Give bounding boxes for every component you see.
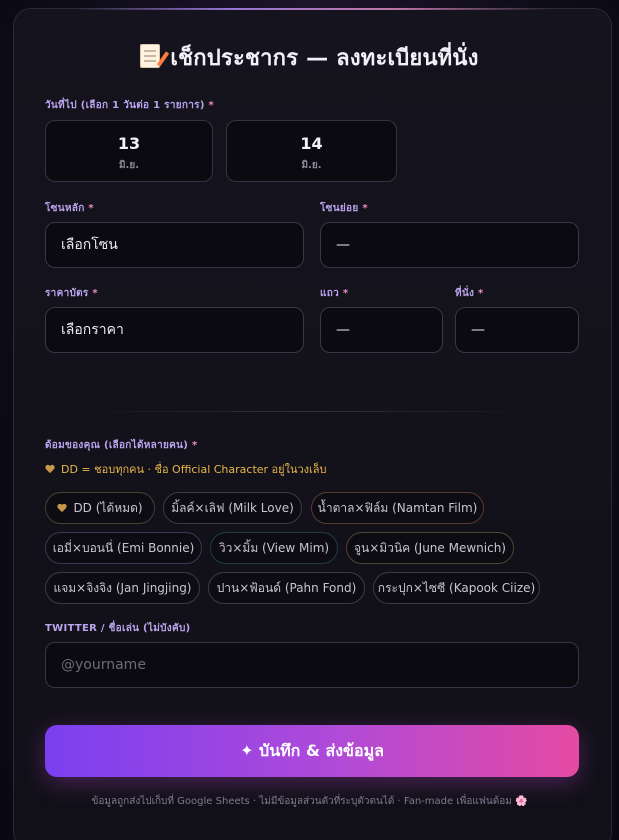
submit-button[interactable]: ✦ บันทึก & ส่งข้อมูล	[45, 725, 579, 777]
sub-zone-value: —	[336, 237, 350, 253]
ship-option-label: จูน×มิวนิค (June Mewnich)	[354, 541, 506, 555]
seat-value: —	[471, 322, 485, 338]
ship-option-label: มิ้ลค์×เลิฟ (Milk Love)	[171, 501, 294, 515]
seat-select[interactable]: —	[455, 307, 579, 353]
twitter-placeholder: @yourname	[61, 657, 146, 673]
seat-label: ที่นั่ง *	[455, 286, 484, 301]
date-month: มิ.ย.	[301, 160, 322, 171]
date-label: วันที่ไป (เลือก 1 วันต่อ 1 รายการ) *	[45, 98, 214, 113]
row-value: —	[336, 322, 350, 338]
ships-label: ด้อมของคุณ (เลือกได้หลายคน) *	[45, 438, 197, 453]
required-mark: *	[208, 100, 215, 111]
sub-zone-label: โซนย่อย *	[320, 201, 368, 216]
required-mark: *	[478, 288, 484, 299]
price-select[interactable]: เลือกราคา	[45, 307, 304, 353]
required-mark: *	[362, 203, 368, 214]
date-month: มิ.ย.	[118, 160, 140, 171]
row-label-text: แถว	[320, 288, 340, 299]
ship-option-label: แจม×จิงจิง (Jan Jingjing)	[53, 581, 192, 595]
main-zone-value: เลือกโซน	[61, 237, 118, 253]
price-label-text: ราคาบัตร	[45, 288, 89, 299]
ship-option-emi-bonnie[interactable]: เอมี่×บอนนี่ (Emi Bonnie)	[45, 532, 202, 564]
card-glow-line	[74, 8, 551, 10]
ship-option-label: DD (ได้หมด)	[73, 501, 143, 515]
main-zone-label-text: โซนหลัก	[45, 203, 85, 214]
heart-icon	[57, 504, 67, 513]
ship-option-dd[interactable]: DD (ได้หมด)	[45, 492, 155, 524]
ship-option-label: กระปุก×ไซซี (Kapook Ciize)	[377, 581, 536, 595]
heart-icon	[45, 465, 55, 474]
page-background: เช็กประชากร — ลงทะเบียนที่นั่ง วันที่ไป …	[0, 0, 619, 840]
twitter-input[interactable]: @yourname	[45, 642, 579, 688]
ship-option-jan-jingjing[interactable]: แจม×จิงจิง (Jan Jingjing)	[45, 572, 200, 604]
ship-option-kapook-ciize[interactable]: กระปุก×ไซซี (Kapook Ciize)	[373, 572, 540, 604]
price-label: ราคาบัตร *	[45, 286, 98, 301]
date-option-13[interactable]: 13 มิ.ย.	[45, 120, 213, 182]
date-day: 13	[117, 134, 141, 153]
required-mark: *	[191, 440, 198, 451]
footer-note-text: ข้อมูลถูกส่งไปเก็บที่ Google Sheets · ไม…	[91, 796, 528, 807]
ships-label-text: ด้อมของคุณ (เลือกได้หลายคน)	[45, 440, 189, 451]
ship-option-label: น้ำตาล×ฟิล์ม (Namtan Film)	[317, 501, 478, 515]
main-zone-select[interactable]: เลือกโซน	[45, 222, 304, 268]
ship-option-label: เอมี่×บอนนี่ (Emi Bonnie)	[52, 541, 195, 555]
submit-button-label: ✦ บันทึก & ส่งข้อมูล	[240, 741, 384, 760]
ship-option-pahn-fond[interactable]: ปาน×ฟ้อนด์ (Pahn Fond)	[208, 572, 365, 604]
section-divider	[85, 411, 534, 412]
page-title-text: เช็กประชากร — ลงทะเบียนที่นั่ง	[170, 46, 479, 71]
ship-option-label: วิว×มิ้ม (View Mim)	[218, 541, 330, 555]
main-zone-label: โซนหลัก *	[45, 201, 94, 216]
price-value: เลือกราคา	[61, 322, 124, 338]
sub-zone-select[interactable]: —	[320, 222, 579, 268]
twitter-label: TWITTER / ชื่อเล่น (ไม่บังคับ)	[45, 621, 190, 636]
ships-hint-text: DD = ชอบทุกคน · ชื่อ Official Character …	[61, 463, 327, 476]
required-mark: *	[88, 203, 94, 214]
ship-option-june-mewnich[interactable]: จูน×มิวนิค (June Mewnich)	[346, 532, 514, 564]
ship-option-label: ปาน×ฟ้อนด์ (Pahn Fond)	[216, 581, 357, 595]
date-option-14[interactable]: 14 มิ.ย.	[226, 120, 397, 182]
required-mark: *	[92, 288, 98, 299]
row-label: แถว *	[320, 286, 348, 301]
ship-option-milk-love[interactable]: มิ้ลค์×เลิฟ (Milk Love)	[163, 492, 302, 524]
footer-note: ข้อมูลถูกส่งไปเก็บที่ Google Sheets · ไม…	[0, 794, 619, 809]
required-mark: *	[342, 288, 349, 299]
ships-hint: DD = ชอบทุกคน · ชื่อ Official Character …	[45, 460, 327, 478]
seat-label-text: ที่นั่ง	[455, 288, 475, 299]
page-title: เช็กประชากร — ลงทะเบียนที่นั่ง	[0, 40, 619, 75]
ship-option-namtan-film[interactable]: น้ำตาล×ฟิล์ม (Namtan Film)	[311, 492, 484, 524]
sub-zone-label-text: โซนย่อย	[320, 203, 359, 214]
twitter-label-text: TWITTER / ชื่อเล่น (ไม่บังคับ)	[45, 623, 191, 634]
ship-option-view-mim[interactable]: วิว×มิ้ม (View Mim)	[210, 532, 338, 564]
memo-icon	[140, 44, 161, 68]
row-select[interactable]: —	[320, 307, 443, 353]
date-day: 14	[300, 134, 323, 153]
date-label-text: วันที่ไป (เลือก 1 วันต่อ 1 รายการ)	[45, 100, 205, 111]
